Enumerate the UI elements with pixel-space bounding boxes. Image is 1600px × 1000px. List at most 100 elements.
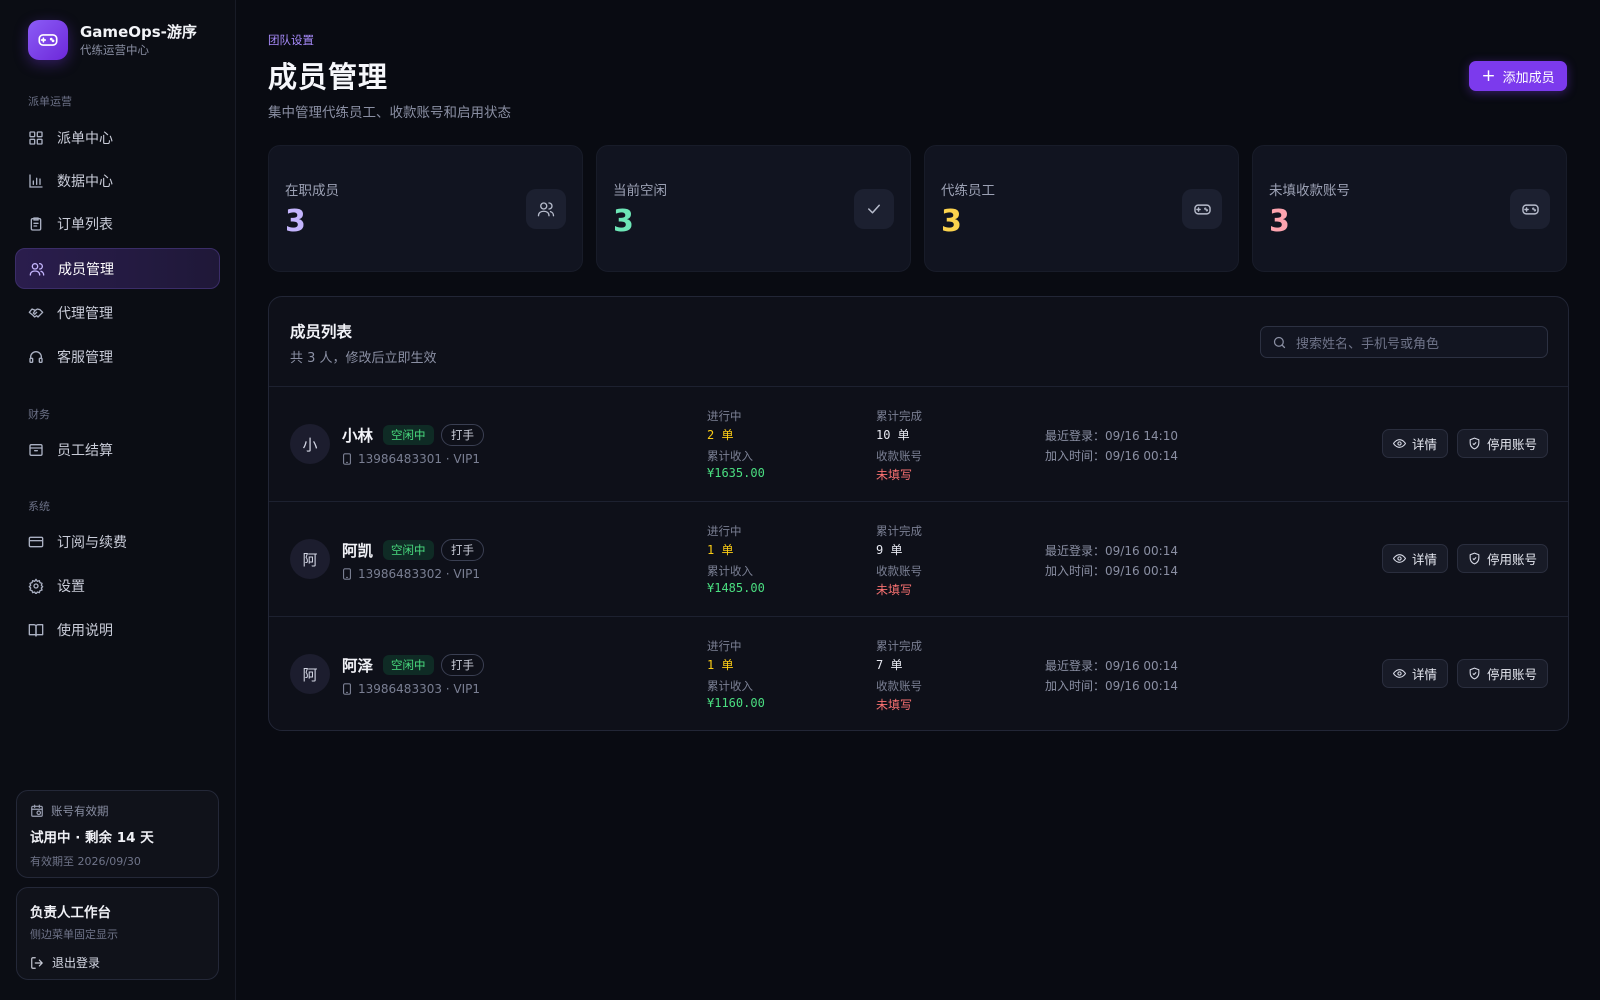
sidebar-item-customer-service[interactable]: 客服管理 [15, 336, 220, 377]
disable-label: 停用账号 [1486, 667, 1537, 682]
member-name: 阿泽 [342, 657, 374, 675]
search-input[interactable]: 搜索姓名、手机号或角色 [1260, 326, 1548, 358]
sidebar-item-label: 订阅与续费 [57, 534, 127, 551]
breadcrumb[interactable]: 团队设置 [268, 32, 314, 48]
add-member-label: 添加成员 [1502, 70, 1555, 86]
completed-value: 7 单 [876, 658, 903, 672]
expiry-date: 有效期至 2026/09/30 [30, 855, 141, 868]
completed-label: 累计完成 [876, 639, 922, 653]
last-login: 最近登录：09/16 00:14 [1045, 659, 1178, 673]
logout-icon [30, 956, 44, 970]
stat-label: 未填收款账号 [1269, 183, 1350, 199]
stat-card-missing-account: 未填收款账号 3 [1252, 145, 1567, 272]
in-progress-label: 进行中 [707, 409, 742, 423]
sidebar-item-order-list[interactable]: 订单列表 [15, 203, 220, 244]
search-icon [1272, 335, 1287, 350]
sidebar-item-settings[interactable]: 设置 [15, 565, 220, 606]
role-badge: 打手 [441, 539, 484, 561]
sidebar-item-dispatch-center[interactable]: 派单中心 [15, 117, 220, 158]
role-badge: 打手 [441, 424, 484, 446]
last-login: 最近登录：09/16 00:14 [1045, 544, 1178, 558]
member-phone: 13986483302 · VIP1 [342, 567, 480, 581]
archive-icon [28, 442, 44, 458]
workspace-card: 负责人工作台 侧边菜单固定显示 退出登录 [16, 887, 219, 980]
member-name: 阿凯 [342, 542, 374, 560]
brand[interactable]: GameOps-游序 代练运营中心 [28, 20, 197, 60]
completed-label: 累计完成 [876, 524, 922, 538]
table-row: 小 小林 空闲中 打手 13986483301 · VIP1 进行中 2 单 累… [269, 386, 1568, 501]
headset-icon [28, 349, 44, 365]
detail-button[interactable]: 详情 [1382, 544, 1448, 573]
account-value: 未填写 [876, 583, 913, 597]
member-phone-text: 13986483301 · VIP1 [358, 452, 481, 466]
detail-label: 详情 [1411, 552, 1437, 567]
workspace-title: 负责人工作台 [30, 905, 111, 921]
logout-button[interactable]: 退出登录 [30, 954, 205, 971]
join-time: 加入时间：09/16 00:14 [1045, 679, 1178, 693]
logout-label: 退出登录 [52, 956, 101, 970]
member-name: 小林 [342, 427, 374, 445]
completed-value: 10 单 [876, 428, 910, 442]
users-icon [29, 261, 45, 277]
income-value: ¥1160.00 [707, 696, 765, 710]
shield-icon [1468, 552, 1481, 565]
sidebar-item-label: 使用说明 [57, 622, 113, 639]
member-phone: 13986483303 · VIP1 [342, 682, 480, 696]
nav-section-system: 系统 [28, 500, 50, 513]
add-member-button[interactable]: + 添加成员 [1469, 61, 1567, 91]
credit-card-icon [28, 534, 44, 550]
disable-account-button[interactable]: 停用账号 [1457, 544, 1548, 573]
nav-section-finance: 财务 [28, 408, 50, 421]
last-login: 最近登录：09/16 14:10 [1045, 429, 1178, 443]
phone-icon [342, 683, 352, 695]
gamepad-logo-icon [28, 20, 68, 60]
detail-button[interactable]: 详情 [1382, 429, 1448, 458]
stat-card-active-members: 在职成员 3 [268, 145, 583, 272]
nav-section-dispatch: 派单运营 [28, 95, 72, 108]
member-list-subtitle: 共 3 人，修改后立即生效 [290, 351, 437, 366]
member-phone-text: 13986483303 · VIP1 [358, 682, 481, 696]
sidebar-item-staff-settlement[interactable]: 员工结算 [15, 429, 220, 470]
join-time: 加入时间：09/16 00:14 [1045, 449, 1178, 463]
users-icon [526, 189, 566, 229]
stat-value: 3 [285, 204, 306, 239]
in-progress-label: 进行中 [707, 524, 742, 538]
eye-icon [1392, 667, 1406, 680]
book-icon [28, 622, 44, 638]
in-progress-value: 2 单 [707, 428, 734, 442]
eye-icon [1392, 552, 1406, 565]
account-label: 收款账号 [876, 564, 922, 578]
stat-value: 3 [941, 204, 962, 239]
gear-icon [28, 578, 44, 594]
sidebar-item-label: 订单列表 [57, 216, 113, 233]
avatar: 小 [290, 424, 330, 464]
sidebar-item-agent-management[interactable]: 代理管理 [15, 292, 220, 333]
account-label: 收款账号 [876, 449, 922, 463]
income-label: 累计收入 [707, 679, 753, 693]
sidebar-item-label: 成员管理 [58, 261, 114, 278]
gamepad-icon [1182, 189, 1222, 229]
account-value: 未填写 [876, 698, 913, 712]
member-list-title: 成员列表 [290, 323, 353, 341]
shield-icon [1468, 667, 1481, 680]
disable-account-button[interactable]: 停用账号 [1457, 429, 1548, 458]
table-row: 阿 阿泽 空闲中 打手 13986483303 · VIP1 进行中 1 单 累… [269, 616, 1568, 730]
detail-button[interactable]: 详情 [1382, 659, 1448, 688]
avatar: 阿 [290, 539, 330, 579]
sidebar-item-member-management[interactable]: 成员管理 [15, 248, 220, 289]
sidebar-item-subscription[interactable]: 订阅与续费 [15, 521, 220, 562]
disable-account-button[interactable]: 停用账号 [1457, 659, 1548, 688]
in-progress-value: 1 单 [707, 658, 734, 672]
account-validity-card: 账号有效期 试用中 · 剩余 14 天 有效期至 2026/09/30 [16, 790, 219, 878]
completed-label: 累计完成 [876, 409, 922, 423]
sidebar-item-data-center[interactable]: 数据中心 [15, 160, 220, 201]
brand-name: GameOps-游序 [80, 23, 197, 41]
shield-icon [1468, 437, 1481, 450]
page-title: 成员管理 [268, 60, 389, 94]
bar-chart-icon [28, 173, 44, 189]
in-progress-value: 1 单 [707, 543, 734, 557]
status-badge: 空闲中 [383, 540, 434, 560]
eye-icon [1392, 437, 1406, 450]
sidebar: GameOps-游序 代练运营中心 派单运营 派单中心 数据中心 订单列表 成员… [0, 0, 236, 1000]
sidebar-item-manual[interactable]: 使用说明 [15, 609, 220, 650]
